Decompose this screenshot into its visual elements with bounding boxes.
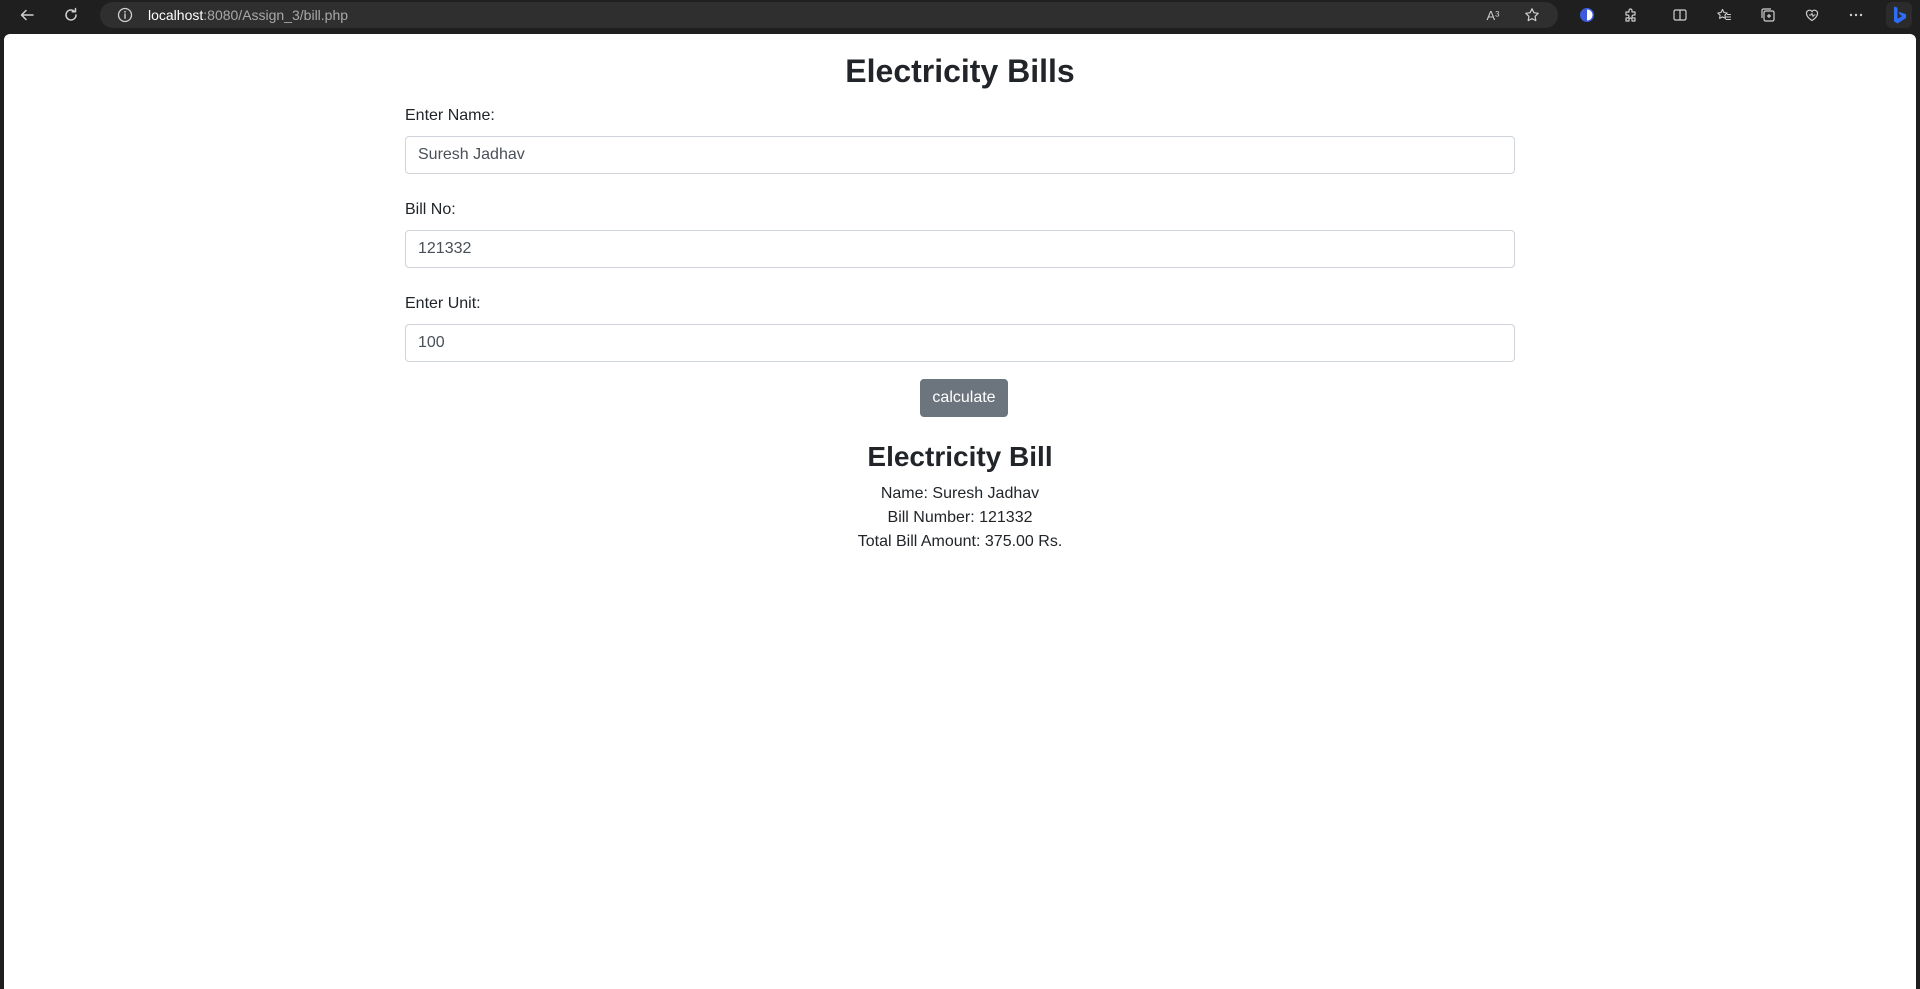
browser-toolbar: localhost:8080/Assign_3/bill.php A³ [0,0,1920,30]
result-total-amount: Total Bill Amount: 375.00 Rs. [857,533,1063,550]
browser-essentials-icon[interactable] [1798,3,1826,27]
name-input[interactable] [405,136,1515,174]
site-info-icon[interactable] [116,6,134,24]
bill-no-input[interactable] [405,230,1515,268]
page-viewport: Electricity Bills Enter Name: Bill No: E… [4,34,1916,989]
result-name: Name: Suresh Jadhav [880,485,1040,502]
more-menu-icon[interactable] [1842,3,1870,27]
extension-icon[interactable] [1573,3,1601,27]
url-host: localhost [148,7,204,23]
url-path: :8080/Assign_3/bill.php [203,7,349,23]
bill-no-label: Bill No: [405,201,456,218]
page-title: Electricity Bills [845,53,1075,89]
address-bar[interactable]: localhost:8080/Assign_3/bill.php A³ [100,2,1558,28]
split-screen-icon[interactable] [1666,3,1694,27]
result-heading: Electricity Bill [867,441,1053,472]
calculate-button[interactable]: calculate [920,379,1008,417]
read-aloud-icon[interactable]: A³ [1482,4,1504,26]
copilot-icon[interactable] [1886,2,1912,28]
name-label: Enter Name: [405,107,495,124]
collections-icon[interactable] [1754,3,1782,27]
result-bill-number: Bill Number: 121332 [887,509,1033,526]
extensions-puzzle-icon[interactable] [1617,3,1645,27]
unit-label: Enter Unit: [405,295,481,312]
refresh-icon[interactable] [57,3,85,27]
unit-input[interactable] [405,324,1515,362]
favorite-star-icon[interactable] [1521,4,1543,26]
read-aloud-label: A³ [1486,7,1500,23]
url-text: localhost:8080/Assign_3/bill.php [148,7,348,23]
favorites-icon[interactable] [1710,3,1738,27]
back-icon[interactable] [13,3,41,27]
